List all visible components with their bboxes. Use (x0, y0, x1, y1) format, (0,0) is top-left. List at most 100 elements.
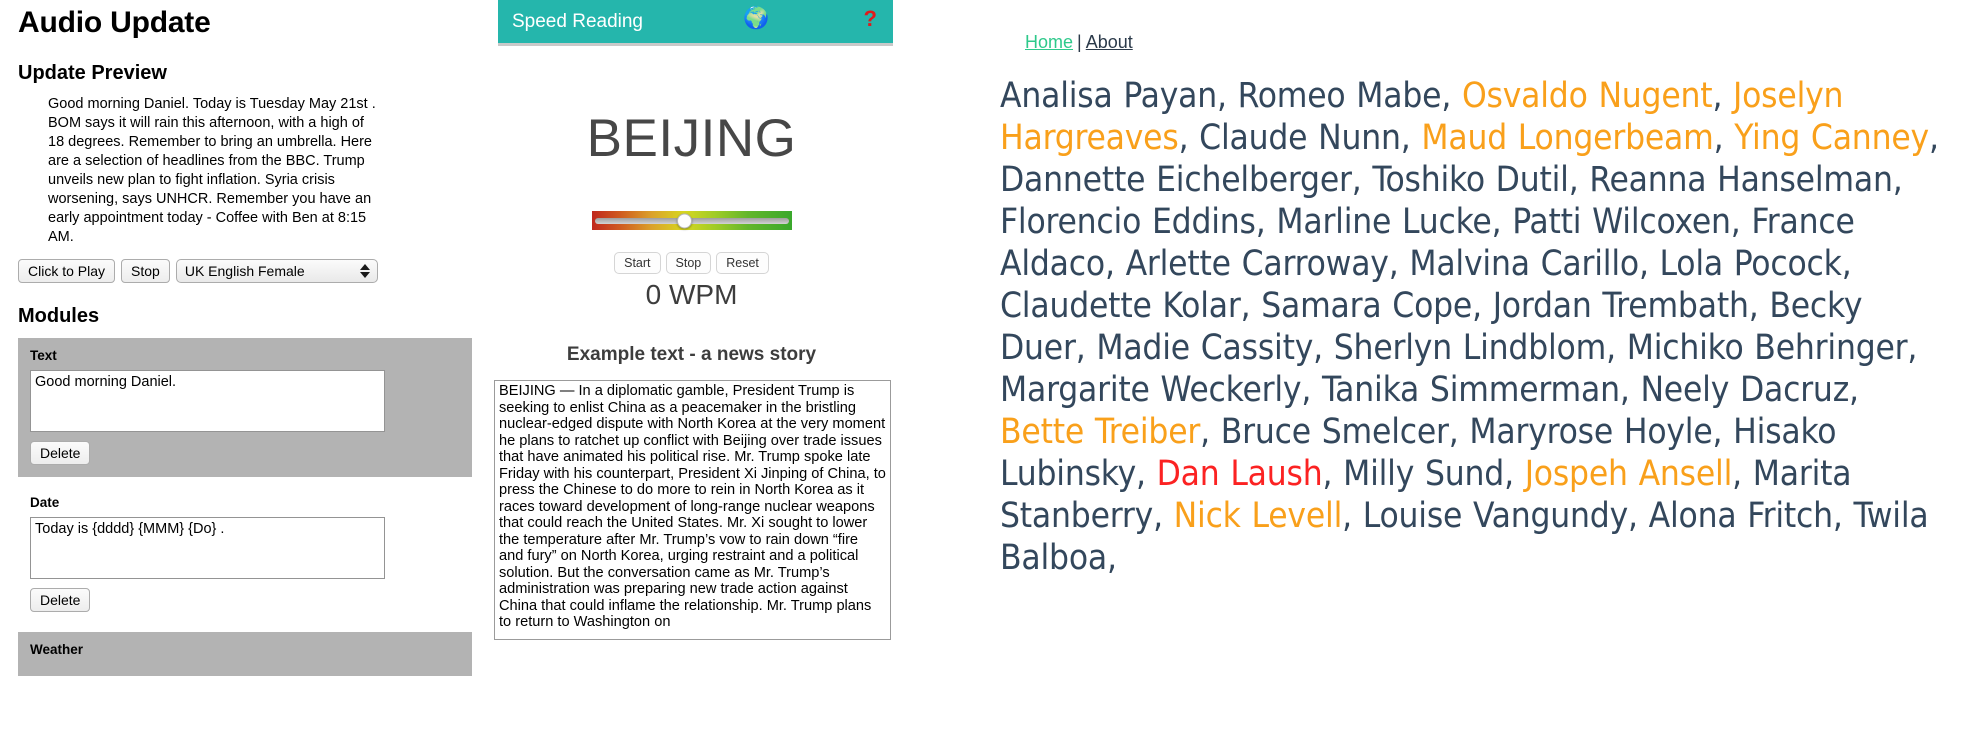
speed-reading-header: Speed Reading 🌍 ? (498, 0, 893, 46)
name-separator: , (1313, 328, 1334, 368)
stop-button[interactable]: Stop (665, 252, 712, 274)
module-delete-button[interactable]: Delete (30, 441, 91, 465)
name-item: Dan Laush (1156, 454, 1323, 494)
name-separator: , (1619, 370, 1641, 410)
name-item: Nick Levell (1173, 496, 1343, 536)
name-separator: , (1075, 328, 1097, 368)
name-item: Neely Dacruz (1640, 370, 1850, 410)
name-item: Jospeh Ansell (1524, 454, 1733, 494)
name-separator: , (1748, 286, 1770, 326)
help-icon[interactable]: ? (864, 6, 877, 32)
speed-reading-title: Speed Reading (512, 10, 643, 32)
name-item: Sherlyn Lindblom (1333, 328, 1607, 368)
name-separator: , (1928, 118, 1939, 158)
speed-slider-track (594, 217, 789, 224)
name-item: Alona Fritch (1648, 496, 1833, 536)
name-item: Ying Canney (1734, 118, 1929, 158)
name-separator: , (1216, 76, 1238, 116)
name-separator: , (1388, 244, 1410, 284)
name-separator: , (1713, 118, 1735, 158)
wpm-readout: 0 WPM (645, 279, 738, 310)
reset-button[interactable]: Reset (716, 252, 769, 274)
name-item: Malvina Carillo (1409, 244, 1639, 284)
name-separator: , (1351, 160, 1373, 200)
module-text: Text Delete (18, 338, 472, 477)
name-separator: , (1178, 118, 1200, 158)
nav-separator: | (1077, 32, 1082, 52)
click-to-play-button[interactable]: Click to Play (18, 259, 116, 283)
name-separator: , (1907, 328, 1918, 368)
name-separator: , (1628, 496, 1649, 536)
name-item: Osvaldo Nugent (1461, 76, 1713, 116)
audio-update-panel: Audio Update Update Preview Good morning… (0, 0, 490, 755)
example-text-heading: Example text - a news story (566, 344, 817, 365)
name-item: Margarite Weckerly (1000, 370, 1302, 410)
name-separator: , (1301, 370, 1322, 410)
name-item: Dannette Eichelberger (1000, 160, 1352, 200)
name-separator: , (1568, 160, 1590, 200)
start-button[interactable]: Start (614, 252, 661, 274)
name-item: Claude Nunn (1199, 118, 1401, 158)
name-separator: , (1732, 454, 1753, 494)
speed-slider[interactable] (591, 211, 792, 230)
name-separator: , (1841, 244, 1852, 284)
name-item: Madie Cassity (1096, 328, 1314, 368)
module-textarea[interactable] (30, 517, 385, 579)
modules-heading: Modules (18, 305, 100, 327)
name-separator: , (1606, 328, 1627, 368)
name-separator: , (1730, 202, 1752, 242)
name-separator: , (1638, 244, 1660, 284)
name-separator: , (1832, 496, 1854, 536)
module-date: Date Delete (18, 485, 472, 624)
stop-button[interactable]: Stop (121, 259, 170, 283)
name-item: Samara Cope (1261, 286, 1473, 326)
voice-select[interactable]: UK English Female (175, 259, 378, 283)
name-item: Reanna Hanselman (1589, 160, 1893, 200)
name-separator: , (1153, 496, 1174, 536)
name-separator: , (1448, 412, 1470, 452)
name-item: Arlette Carroway (1125, 244, 1389, 284)
name-separator: , (1107, 538, 1117, 578)
module-label: Weather (30, 642, 84, 657)
speed-slider-thumb[interactable] (676, 213, 692, 228)
name-item: Maud Longerbeam (1421, 118, 1714, 158)
audio-controls-row: Click to Play Stop UK English Female (18, 259, 472, 283)
module-weather: Weather (18, 632, 472, 676)
name-separator: , (1400, 118, 1422, 158)
speed-slider-wrapper (490, 211, 893, 230)
name-item: Claudette Kolar (1000, 286, 1241, 326)
nav-link-home[interactable]: Home (1025, 32, 1073, 52)
voice-select-value: UK English Female (184, 263, 305, 279)
globe-icon[interactable]: 🌍 (743, 8, 769, 29)
name-separator: , (1255, 202, 1277, 242)
name-item: Toshiko Dutil (1372, 160, 1569, 200)
module-textarea[interactable] (30, 370, 385, 432)
name-item: Marline Lucke (1276, 202, 1492, 242)
module-label: Text (30, 348, 57, 363)
name-separator: , (1491, 202, 1513, 242)
update-preview-text: Good morning Daniel. Today is Tuesday Ma… (48, 96, 376, 245)
names-panel: Home | About Analisa Payan, Romeo Mabe, Os… (1000, 0, 1980, 755)
name-separator: , (1712, 76, 1734, 116)
nav-link-about[interactable]: About (1086, 32, 1133, 52)
name-item: Florencio Eddins (1000, 202, 1256, 242)
name-separator: , (1504, 454, 1525, 494)
name-separator: , (1472, 286, 1493, 326)
module-delete-button[interactable]: Delete (30, 588, 91, 612)
name-item: Analisa Payan (1000, 76, 1217, 116)
name-item: Lola Pocock (1659, 244, 1842, 284)
name-item: Jordan Trembath (1492, 286, 1749, 326)
update-preview-heading: Update Preview (18, 62, 167, 84)
story-textarea[interactable] (494, 380, 891, 640)
name-separator: , (1849, 370, 1859, 410)
name-item: Maryrose Hoyle (1469, 412, 1713, 452)
current-word-display: BEIJING (586, 109, 797, 168)
nav-bar: Home | About (1025, 32, 1980, 53)
name-separator: , (1712, 412, 1734, 452)
name-separator: , (1342, 496, 1363, 536)
names-list: Analisa Payan, Romeo Mabe, Osvaldo Nugen… (1000, 75, 1980, 579)
name-separator: , (1441, 76, 1462, 116)
name-separator: , (1322, 454, 1344, 494)
name-item: Patti Wilcoxen (1512, 202, 1731, 242)
name-item: Bruce Smelcer (1220, 412, 1449, 452)
